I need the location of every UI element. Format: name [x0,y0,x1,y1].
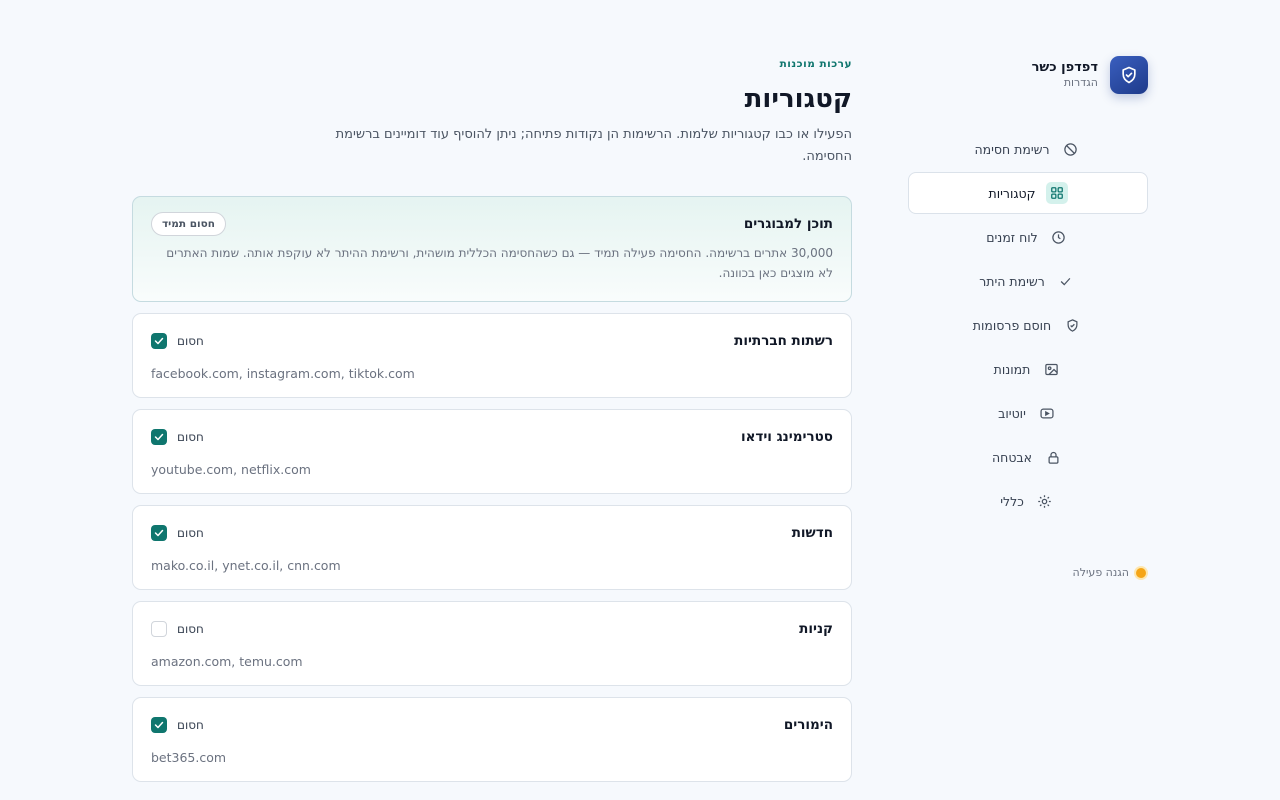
section-eyebrow: ערכות מוכנות [779,58,852,70]
card-domains: bet365.com [151,750,227,765]
block-icon [1060,138,1082,160]
shield-icon [1061,314,1083,336]
sidebar-item-allowlist[interactable]: רשימת היתר [908,260,1148,302]
sidebar-item-schedule[interactable]: לוח זמנים [908,216,1148,258]
clock-icon [1048,226,1070,248]
sidebar-item-security[interactable]: אבטחה [908,436,1148,478]
brand: דפדפן כשר הגדרות [908,56,1148,94]
sidebar-item-categories[interactable]: קטגוריות [908,172,1148,214]
lock-icon [1042,446,1064,468]
check-icon [1055,270,1077,292]
shield-logo-icon [1110,56,1148,94]
block-toggle[interactable]: חסום [151,429,204,445]
category-card: סטרימינג וידאו חסום youtube.com, netflix… [132,409,852,494]
brand-title: דפדפן כשר [1031,60,1098,75]
sidebar-item-adblock[interactable]: חוסם פרסומות [908,304,1148,346]
toggle-label: חסום [177,526,204,540]
checkbox-checked-icon[interactable] [151,429,167,445]
category-list: תוכן למבוגרים חסום תמיד 30,000 אתרים ברש… [132,196,852,782]
image-icon [1040,358,1062,380]
sidebar-item-youtube[interactable]: יוטיוב [908,392,1148,434]
sun-icon [1034,490,1056,512]
sidebar-item-general[interactable]: כללי [908,480,1148,522]
card-domains: youtube.com, netflix.com [151,462,311,477]
category-card: חדשות חסום mako.co.il, ynet.co.il, cnn.c… [132,505,852,590]
page-title: קטגוריות [744,84,852,114]
grid-icon [1045,182,1068,204]
checkbox-checked-icon[interactable] [151,717,167,733]
category-card: הימורים חסום bet365.com [132,697,852,782]
card-title: קניות [799,621,833,637]
card-domains: mako.co.il, ynet.co.il, cnn.com [151,558,341,573]
block-toggle[interactable]: חסום [151,621,204,637]
sidebar-item-label: יוטיוב [998,405,1026,421]
sidebar-item-label: קטגוריות [988,185,1036,201]
sidebar-item-images[interactable]: תמונות [908,348,1148,390]
sidebar-nav: רשימת חסימה קטגוריות לוח זמנים רשימת הית… [908,128,1148,522]
sidebar: דפדפן כשר הגדרות רשימת חסימה קטגוריות לו… [908,56,1148,579]
checkbox-checked-icon[interactable] [151,333,167,349]
card-title: חדשות [791,525,833,541]
sidebar-item-label: חוסם פרסומות [972,317,1052,333]
status-dot-icon [1136,567,1146,578]
card-domains: facebook.com, instagram.com, tiktok.com [151,366,415,381]
sidebar-item-label: כללי [1000,493,1024,509]
sidebar-item-label: אבטחה [991,449,1033,465]
toggle-label: חסום [177,430,204,444]
youtube-icon [1036,402,1058,424]
always-blocked-badge: חסום תמיד [151,212,226,236]
block-toggle[interactable]: חסום [151,717,204,733]
card-title: רשתות חברתיות [734,333,833,349]
status-label: הגנה פעילה [1072,566,1129,579]
toggle-label: חסום [177,718,204,732]
toggle-label: חסום [177,334,204,348]
checkbox-checked-icon[interactable] [151,525,167,541]
sidebar-item-label: רשימת חסימה [974,141,1050,157]
brand-subtitle: הגדרות [1063,76,1098,89]
checkbox-unchecked-icon[interactable] [151,621,167,637]
page-description: הפעילו או כבו קטגוריות שלמות. הרשימות הן… [335,127,852,164]
sidebar-item-label: רשימת היתר [979,273,1045,289]
block-toggle[interactable]: חסום [151,525,204,541]
card-title: סטרימינג וידאו [740,429,833,445]
category-card: קניות חסום amazon.com, temu.com [132,601,852,686]
adult-content-card: תוכן למבוגרים חסום תמיד 30,000 אתרים ברש… [132,196,852,302]
card-title: תוכן למבוגרים [743,216,833,232]
sidebar-item-blocklist[interactable]: רשימת חסימה [908,128,1148,170]
main-content: ערכות מוכנות קטגוריות הפעילו או כבו קטגו… [132,58,852,782]
block-toggle[interactable]: חסום [151,333,204,349]
sidebar-item-label: תמונות [993,361,1031,377]
sidebar-item-label: לוח זמנים [986,229,1038,245]
protection-status: הגנה פעילה [908,566,1148,579]
category-card: רשתות חברתיות חסום facebook.com, instagr… [132,313,852,398]
card-title: הימורים [783,717,833,733]
card-description: 30,000 אתרים ברשימה. החסימה פעילה תמיד —… [166,246,833,280]
toggle-label: חסום [177,622,204,636]
card-domains: amazon.com, temu.com [151,654,303,669]
